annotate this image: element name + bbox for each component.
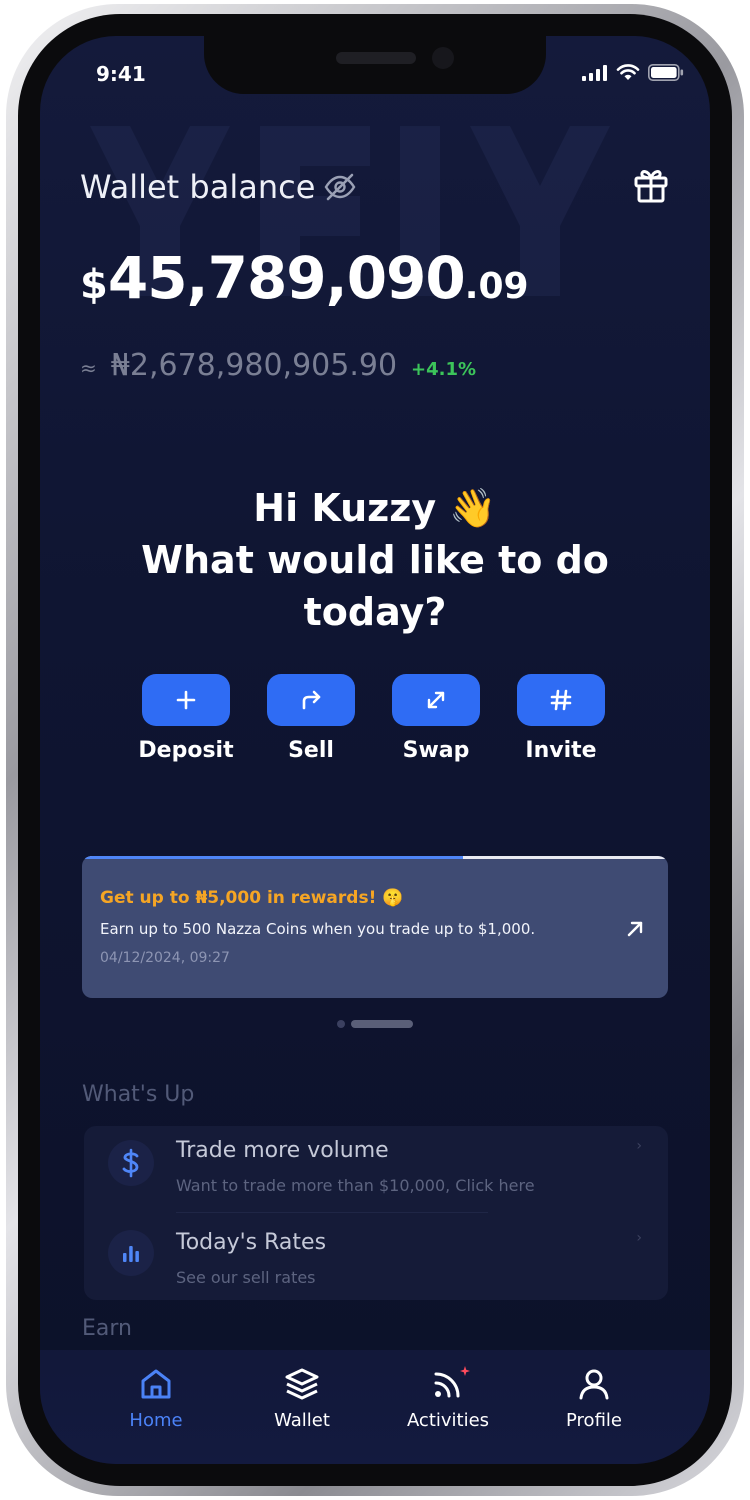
promo-title: Get up to ₦5,000 in rewards! 🤫 (100, 888, 404, 908)
cellular-signal-icon (582, 64, 607, 81)
invite-label: Invite (525, 738, 597, 763)
tab-wallet[interactable]: Wallet (242, 1366, 362, 1431)
carousel-pager (40, 1020, 710, 1028)
greeting: Hi Kuzzy 👋 What would like to do today? (40, 482, 710, 638)
swap-button[interactable]: Swap (392, 674, 480, 763)
earn-title: Earn (82, 1316, 132, 1341)
camera-notch (204, 36, 546, 94)
notification-spark-icon (460, 1366, 470, 1376)
invite-button[interactable]: Invite (517, 674, 605, 763)
todays-rates-title: Today's Rates (176, 1230, 327, 1255)
ngn-balance: ₦2,678,980,905.90 (110, 348, 398, 383)
expand-arrows-icon (427, 691, 445, 709)
front-camera (432, 47, 454, 69)
home-icon (141, 1369, 171, 1399)
promo-card[interactable]: Get up to ₦5,000 in rewards! 🤫 Earn up t… (82, 856, 668, 998)
share-arrow-icon (302, 690, 321, 710)
balance-whole: 45,789,090 (107, 244, 466, 312)
layers-icon (285, 1368, 319, 1400)
trade-volume-subtitle: Want to trade more than $10,000, Click h… (176, 1176, 535, 1195)
swap-label: Swap (402, 738, 470, 763)
whats-up-title: What's Up (82, 1082, 195, 1107)
usd-balance: $ 45,789,090 .09 (80, 244, 529, 312)
wallet-balance-title: Wallet balance (80, 168, 316, 206)
list-item-todays-rates[interactable]: Today's Rates See our sell rates › (84, 1214, 668, 1300)
tab-home[interactable]: Home (96, 1366, 216, 1431)
greeting-question-end: today? (303, 590, 447, 634)
deposit-label: Deposit (138, 738, 234, 763)
promo-progress-fill (82, 856, 463, 859)
dollar-icon (108, 1140, 154, 1186)
status-time: 9:41 (96, 62, 146, 86)
balance-currency: $ (80, 262, 108, 308)
tab-profile[interactable]: Profile (534, 1366, 654, 1431)
bar-chart-icon (108, 1230, 154, 1276)
hash-icon (550, 689, 572, 711)
user-icon (579, 1369, 609, 1400)
status-icons (582, 64, 684, 81)
app-screen: 9:41 Wallet balance $ 45,789,090 .09 ≈ ₦… (40, 36, 710, 1464)
quick-actions: Deposit Sell Swap Invite (138, 674, 605, 763)
ngn-equivalent: ≈ ₦2,678,980,905.90 +4.1% (80, 348, 476, 383)
wallet-balance-label: Wallet balance (80, 168, 357, 206)
todays-rates-subtitle: See our sell rates (176, 1268, 316, 1287)
tab-profile-label: Profile (566, 1410, 622, 1431)
tab-activities-label: Activities (406, 1410, 490, 1431)
swap-button-icon-box[interactable] (392, 674, 480, 726)
greeting-name: Hi Kuzzy 👋 (253, 486, 497, 530)
sell-button[interactable]: Sell (267, 674, 355, 763)
deposit-button-icon-box[interactable] (142, 674, 230, 726)
chevron-right-icon: › (636, 1230, 642, 1246)
invite-button-icon-box[interactable] (517, 674, 605, 726)
background-pattern (90, 126, 610, 296)
trade-volume-title: Trade more volume (176, 1138, 389, 1163)
balance-change: +4.1% (411, 359, 477, 380)
pager-dot[interactable] (337, 1020, 345, 1028)
list-item-trade-volume[interactable]: Trade more volume Want to trade more tha… (84, 1126, 668, 1213)
bottom-tab-bar: Home Wallet Activities Profile (40, 1350, 710, 1464)
arrow-up-right-icon[interactable] (624, 918, 646, 940)
plus-icon (176, 690, 196, 710)
promo-date: 04/12/2024, 09:27 (100, 950, 230, 966)
earpiece-speaker (336, 52, 416, 64)
wifi-icon (616, 64, 640, 80)
approx-symbol: ≈ (80, 356, 97, 380)
battery-icon (648, 64, 684, 81)
balance-decimal: .09 (464, 266, 529, 307)
chevron-right-icon: › (636, 1138, 642, 1154)
whats-up-card: Trade more volume Want to trade more tha… (84, 1126, 668, 1300)
list-divider (176, 1212, 488, 1213)
gift-icon[interactable] (632, 166, 670, 208)
deposit-button[interactable]: Deposit (138, 674, 234, 763)
tab-home-label: Home (129, 1410, 183, 1431)
tab-activities[interactable]: Activities (388, 1366, 508, 1431)
promo-text: Earn up to 500 Nazza Coins when you trad… (100, 920, 536, 938)
sell-label: Sell (288, 738, 334, 763)
tab-wallet-label: Wallet (274, 1410, 330, 1431)
sell-button-icon-box[interactable] (267, 674, 355, 726)
pager-dot-active[interactable] (351, 1020, 413, 1028)
eye-off-icon[interactable] (323, 172, 357, 202)
greeting-question: What would like to do (141, 538, 609, 582)
